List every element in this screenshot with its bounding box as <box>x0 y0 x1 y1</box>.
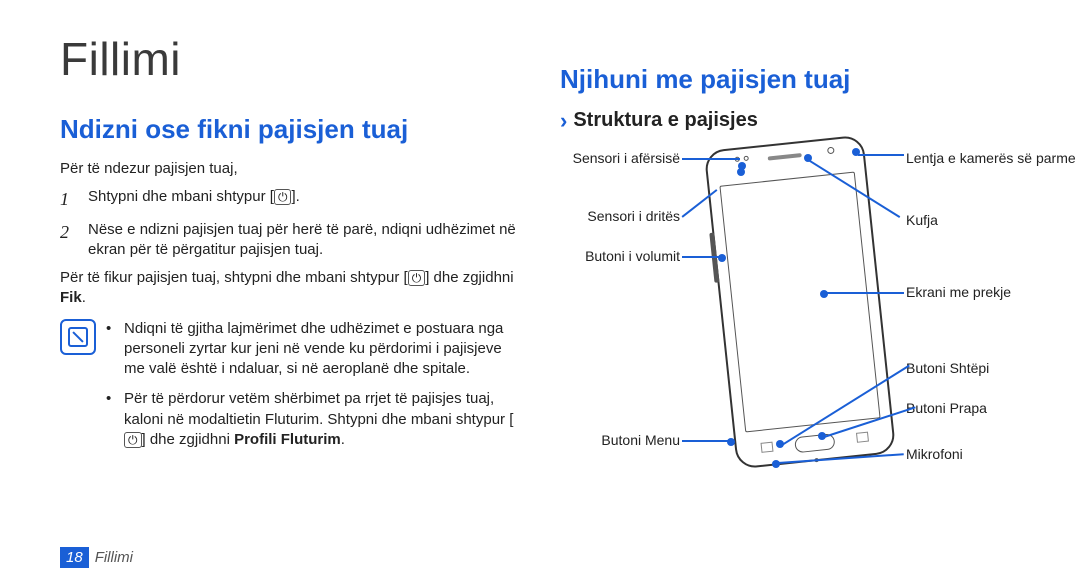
note-block: • Ndiqni të gjitha lajmërimet dhe udhëzi… <box>60 319 520 461</box>
footer-section-name: Fillimi <box>95 549 133 566</box>
callout-line <box>682 256 720 258</box>
label-mic: Mikrofoni <box>906 446 963 463</box>
section-heading-device: Njihuni me pajisjen tuaj <box>560 64 1020 95</box>
label-earpiece: Kufja <box>906 212 938 229</box>
phone-front-camera <box>827 147 835 155</box>
off-text-part2: ] dhe zgjidhni <box>425 269 513 286</box>
phone-outline <box>704 135 897 470</box>
bullet-text: Ndiqni të gjitha lajmërimet dhe udhëzime… <box>124 319 520 380</box>
label-home: Butoni Shtëpi <box>906 360 989 377</box>
note-bullet-2: • Për të përdorur vetëm shërbimet pa rrj… <box>106 389 520 450</box>
callout-point <box>737 168 745 176</box>
note-bullet-1: • Ndiqni të gjitha lajmërimet dhe udhëzi… <box>106 319 520 380</box>
callout-line <box>826 292 904 294</box>
step-text-end: ]. <box>291 188 299 205</box>
step-text: Nëse e ndizni pajisjen tuaj për herë të … <box>88 220 520 261</box>
label-volume: Butoni i volumit <box>560 248 680 265</box>
off-text-part1: Për të fikur pajisjen tuaj, shtypni dhe … <box>60 269 408 286</box>
step-1: 1 Shtypni dhe mbani shtypur [⏻]. <box>60 187 520 211</box>
page-title: Fillimi <box>60 32 520 86</box>
label-menu: Butoni Menu <box>560 432 680 449</box>
subsection-row: › Struktura e pajisjes <box>560 109 1020 132</box>
page-number: 18 <box>60 547 89 568</box>
bullet-text-a: Për të përdorur vetëm shërbimet pa rrjet… <box>124 390 513 427</box>
device-diagram: Sensori i afërsisë Sensori i dritës Buto… <box>560 142 1020 502</box>
step-2: 2 Nëse e ndizni pajisjen tuaj për herë t… <box>60 220 520 261</box>
label-text: Lentja e kamerës së parme <box>906 150 1076 166</box>
power-icon: ⏻ <box>124 432 142 448</box>
phone-back-button <box>856 432 869 443</box>
label-light: Sensori i dritës <box>560 208 680 225</box>
section-heading-power: Ndizni ose fikni pajisjen tuaj <box>60 114 520 145</box>
bullet-dot: • <box>106 389 116 450</box>
step-number: 2 <box>60 220 78 261</box>
turn-off-text: Për të fikur pajisjen tuaj, shtypni dhe … <box>60 268 520 309</box>
callout-point <box>727 438 735 446</box>
label-back: Butoni Prapa <box>906 400 987 417</box>
page-footer: 18 Fillimi <box>60 547 133 568</box>
phone-earpiece <box>768 153 802 161</box>
intro-text: Për të ndezur pajisjen tuaj, <box>60 159 520 179</box>
bullet-text-c: . <box>341 431 345 448</box>
chevron-right-icon: › <box>560 110 567 132</box>
bullet-dot: • <box>106 319 116 380</box>
subsection-heading: Struktura e pajisjes <box>573 109 758 132</box>
phone-menu-button <box>761 442 774 453</box>
callout-line <box>858 154 904 156</box>
phone-screen <box>719 172 880 433</box>
callout-line <box>682 158 740 160</box>
bullet-text-b: ] dhe zgjidhni <box>142 431 235 448</box>
callout-line <box>682 440 728 442</box>
note-icon <box>60 319 96 355</box>
phone-home-button <box>794 433 835 453</box>
label-proximity: Sensori i afërsisë <box>560 150 680 167</box>
off-text-bold: Fik <box>60 289 82 306</box>
power-icon: ⏻ <box>274 189 292 205</box>
label-front-cam: Lentja e kamerës së parme <box>906 150 1076 167</box>
step-number: 1 <box>60 187 78 211</box>
off-text-part3: . <box>82 289 86 306</box>
label-screen: Ekrani me prekje <box>906 284 1011 301</box>
power-icon: ⏻ <box>408 270 426 286</box>
step-text: Shtypni dhe mbani shtypur [ <box>88 188 274 205</box>
bullet-text-bold: Profili Fluturim <box>234 431 341 448</box>
